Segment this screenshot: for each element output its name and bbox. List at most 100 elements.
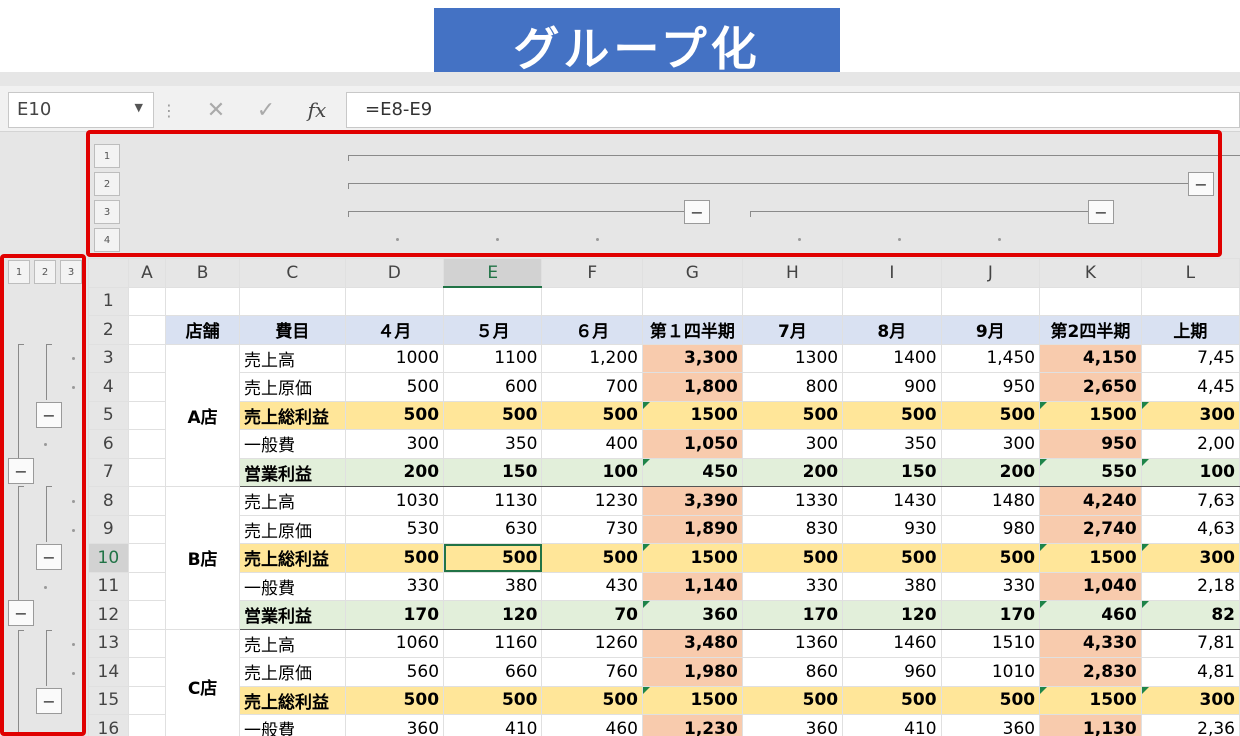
row-header[interactable]: 7	[88, 457, 129, 487]
value-cell[interactable]: 300	[741, 429, 844, 459]
value-cell[interactable]: 460	[1039, 600, 1142, 630]
value-cell[interactable]: 300	[940, 429, 1041, 459]
row-header[interactable]: 13	[88, 628, 129, 658]
row-header[interactable]: 2	[88, 315, 129, 345]
cell[interactable]	[127, 714, 167, 736]
value-cell[interactable]: 200	[344, 457, 445, 487]
row-header[interactable]: 4	[88, 372, 129, 402]
value-cell[interactable]: 1330	[741, 486, 844, 516]
value-cell[interactable]: 2,650	[1039, 372, 1142, 402]
row-header[interactable]: 11	[88, 571, 129, 601]
value-cell[interactable]: 500	[940, 400, 1041, 430]
cell[interactable]	[127, 400, 167, 430]
value-cell[interactable]: 660	[443, 657, 543, 687]
value-cell[interactable]: 3,480	[641, 628, 743, 658]
value-cell[interactable]: 7,81	[1140, 628, 1240, 658]
value-cell[interactable]: 930	[842, 514, 942, 544]
value-cell[interactable]: 410	[443, 714, 543, 736]
header-cell[interactable]: ６月	[541, 315, 643, 345]
name-box[interactable]: E10 ▼	[8, 92, 154, 128]
cell[interactable]	[127, 429, 167, 459]
value-cell[interactable]: 730	[541, 514, 643, 544]
value-cell[interactable]: 170	[940, 600, 1041, 630]
cell[interactable]	[165, 286, 241, 316]
column-header-e[interactable]: E	[443, 258, 543, 288]
cell[interactable]	[127, 543, 167, 573]
value-cell[interactable]: 170	[344, 600, 445, 630]
column-header-d[interactable]: D	[344, 258, 445, 288]
row-header[interactable]: 16	[88, 714, 129, 736]
column-header-i[interactable]: I	[842, 258, 942, 288]
value-cell[interactable]: 1030	[344, 486, 445, 516]
value-cell[interactable]: 2,36	[1140, 714, 1240, 736]
value-cell[interactable]: 1,800	[641, 372, 743, 402]
value-cell[interactable]: 500	[940, 543, 1041, 573]
header-cell[interactable]: ５月	[443, 315, 543, 345]
value-cell[interactable]: 350	[443, 429, 543, 459]
expense-label-cell[interactable]: 売上総利益	[239, 400, 346, 430]
value-cell[interactable]: 70	[541, 600, 643, 630]
value-cell[interactable]: 700	[541, 372, 643, 402]
value-cell[interactable]: 2,00	[1140, 429, 1240, 459]
value-cell[interactable]: 4,81	[1140, 657, 1240, 687]
header-cell[interactable]: 第１四半期	[641, 315, 743, 345]
value-cell[interactable]: 500	[344, 400, 445, 430]
value-cell[interactable]: 410	[842, 714, 942, 736]
cell[interactable]	[1039, 286, 1142, 316]
value-cell[interactable]: 330	[940, 571, 1041, 601]
header-cell[interactable]: ４月	[344, 315, 445, 345]
expense-label-cell[interactable]: 売上高	[239, 486, 346, 516]
value-cell[interactable]: 1430	[842, 486, 942, 516]
header-cell[interactable]: 費目	[239, 315, 346, 345]
value-cell[interactable]: 4,240	[1039, 486, 1142, 516]
store-name-cell[interactable]: B店	[165, 486, 241, 630]
column-header-h[interactable]: H	[741, 258, 844, 288]
value-cell[interactable]: 2,740	[1039, 514, 1142, 544]
value-cell[interactable]: 300	[1140, 685, 1240, 715]
value-cell[interactable]: 500	[842, 543, 942, 573]
value-cell[interactable]: 360	[344, 714, 445, 736]
value-cell[interactable]: 350	[842, 429, 942, 459]
value-cell[interactable]: 500	[344, 372, 445, 402]
value-cell[interactable]: 500	[443, 543, 543, 573]
column-header-f[interactable]: F	[541, 258, 643, 288]
value-cell[interactable]: 1260	[541, 628, 643, 658]
expense-label-cell[interactable]: 売上総利益	[239, 685, 346, 715]
value-cell[interactable]: 1160	[443, 628, 543, 658]
value-cell[interactable]: 1100	[443, 343, 543, 373]
expense-label-cell[interactable]: 売上高	[239, 628, 346, 658]
value-cell[interactable]: 1,050	[641, 429, 743, 459]
value-cell[interactable]: 3,300	[641, 343, 743, 373]
expense-label-cell[interactable]: 売上原価	[239, 514, 346, 544]
expense-label-cell[interactable]: 一般費	[239, 714, 346, 736]
column-header-g[interactable]: G	[641, 258, 743, 288]
value-cell[interactable]: 450	[641, 457, 743, 487]
value-cell[interactable]: 950	[940, 372, 1041, 402]
value-cell[interactable]: 1360	[741, 628, 844, 658]
value-cell[interactable]: 100	[541, 457, 643, 487]
value-cell[interactable]: 430	[541, 571, 643, 601]
value-cell[interactable]: 170	[741, 600, 844, 630]
cell[interactable]	[541, 286, 643, 316]
value-cell[interactable]: 150	[443, 457, 543, 487]
row-header[interactable]: 1	[88, 286, 129, 316]
value-cell[interactable]: 500	[344, 685, 445, 715]
value-cell[interactable]: 7,63	[1140, 486, 1240, 516]
row-header[interactable]: 8	[88, 486, 129, 516]
value-cell[interactable]: 380	[842, 571, 942, 601]
header-cell[interactable]: 7月	[741, 315, 844, 345]
value-cell[interactable]: 1010	[940, 657, 1041, 687]
value-cell[interactable]: 950	[1039, 429, 1142, 459]
value-cell[interactable]: 500	[940, 685, 1041, 715]
value-cell[interactable]: 1460	[842, 628, 942, 658]
value-cell[interactable]: 200	[741, 457, 844, 487]
cell[interactable]	[127, 571, 167, 601]
cell[interactable]	[127, 628, 167, 658]
value-cell[interactable]: 3,390	[641, 486, 743, 516]
value-cell[interactable]: 4,150	[1039, 343, 1142, 373]
cell[interactable]	[1140, 286, 1240, 316]
value-cell[interactable]: 2,830	[1039, 657, 1142, 687]
value-cell[interactable]: 1500	[1039, 400, 1142, 430]
expense-label-cell[interactable]: 営業利益	[239, 457, 346, 487]
expense-label-cell[interactable]: 一般費	[239, 429, 346, 459]
